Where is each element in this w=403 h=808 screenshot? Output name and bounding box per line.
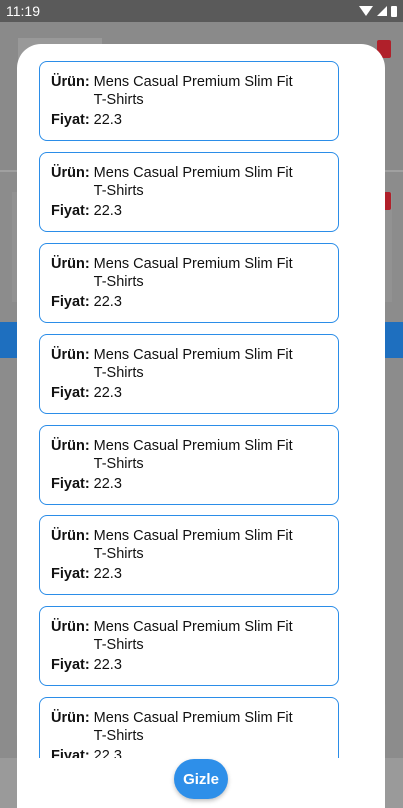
price-value: 22.3 (93, 203, 122, 219)
signal-icon (377, 6, 387, 16)
price-label: Fiyat: (51, 203, 90, 219)
price-value: 22.3 (93, 112, 122, 128)
price-label: Fiyat: (51, 657, 90, 673)
product-name: Mens Casual Premium Slim Fit T-Shirts (93, 619, 293, 653)
product-name: Mens Casual Premium Slim Fit T-Shirts (93, 256, 293, 290)
price-label: Fiyat: (51, 385, 90, 401)
list-item: Ürün: Mens Casual Premium Slim Fit T-Shir… (39, 61, 339, 141)
price-value: 22.3 (93, 385, 122, 401)
bottom-sheet-modal: Ürün: Mens Casual Premium Slim Fit T-Shir… (17, 44, 385, 808)
status-icons (359, 5, 397, 17)
list-item: Ürün: Mens Casual Premium Slim Fit T-Shir… (39, 243, 339, 323)
price-label: Fiyat: (51, 294, 90, 310)
product-name: Mens Casual Premium Slim Fit T-Shirts (93, 347, 293, 381)
product-name: Mens Casual Premium Slim Fit T-Shirts (93, 438, 293, 472)
product-list[interactable]: Ürün: Mens Casual Premium Slim Fit T-Shir… (17, 44, 385, 758)
list-item: Ürün: Mens Casual Premium Slim Fit T-Shir… (39, 425, 339, 505)
product-label: Ürün: (51, 256, 90, 272)
list-item: Ürün: Mens Casual Premium Slim Fit T-Shir… (39, 334, 339, 414)
hide-button[interactable]: Gizle (174, 759, 228, 799)
product-label: Ürün: (51, 438, 90, 454)
price-value: 22.3 (93, 748, 122, 758)
product-label: Ürün: (51, 528, 90, 544)
list-item: Ürün: Mens Casual Premium Slim Fit T-Shir… (39, 697, 339, 758)
price-value: 22.3 (93, 657, 122, 673)
price-value: 22.3 (93, 566, 122, 582)
battery-icon (391, 5, 397, 17)
product-label: Ürün: (51, 619, 90, 635)
price-label: Fiyat: (51, 748, 90, 758)
list-item: Ürün: Mens Casual Premium Slim Fit T-Shir… (39, 152, 339, 232)
product-label: Ürün: (51, 74, 90, 90)
status-bar: 11:19 (0, 0, 403, 22)
product-label: Ürün: (51, 347, 90, 363)
price-label: Fiyat: (51, 476, 90, 492)
product-label: Ürün: (51, 165, 90, 181)
price-label: Fiyat: (51, 566, 90, 582)
price-value: 22.3 (93, 476, 122, 492)
status-time: 11:19 (6, 3, 40, 19)
product-name: Mens Casual Premium Slim Fit T-Shirts (93, 710, 293, 744)
product-name: Mens Casual Premium Slim Fit T-Shirts (93, 528, 293, 562)
product-name: Mens Casual Premium Slim Fit T-Shirts (93, 165, 293, 199)
product-label: Ürün: (51, 710, 90, 726)
price-value: 22.3 (93, 294, 122, 310)
price-label: Fiyat: (51, 112, 90, 128)
wifi-icon (359, 6, 373, 16)
list-item: Ürün: Mens Casual Premium Slim Fit T-Shir… (39, 606, 339, 686)
product-name: Mens Casual Premium Slim Fit T-Shirts (93, 74, 293, 108)
list-item: Ürün: Mens Casual Premium Slim Fit T-Shir… (39, 515, 339, 595)
